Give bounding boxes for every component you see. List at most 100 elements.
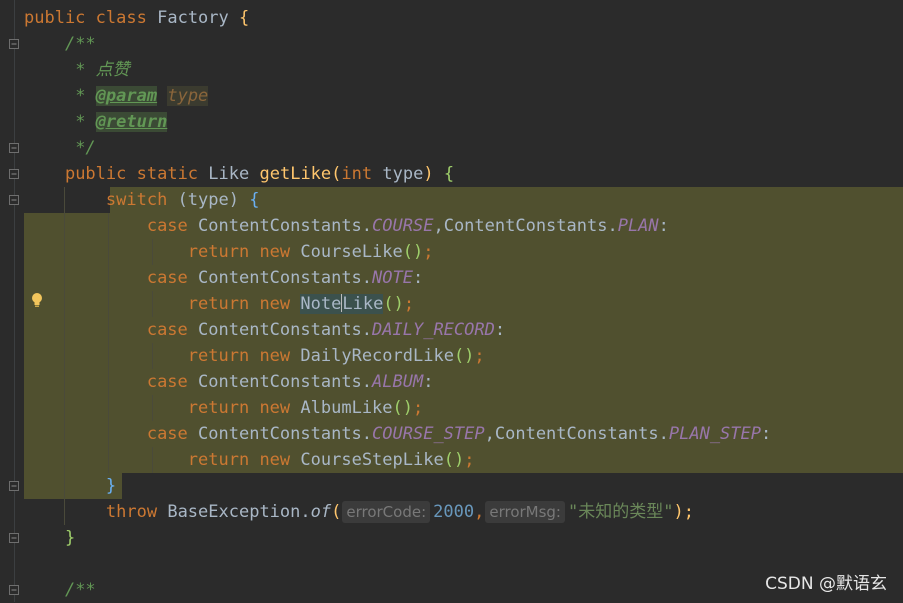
semicolon: ; (423, 242, 434, 262)
paren: ); (673, 502, 694, 522)
keyword: static (136, 164, 199, 184)
colon: : (423, 372, 434, 392)
fold-marker-icon[interactable] (8, 194, 20, 206)
fold-marker-icon[interactable] (8, 168, 20, 180)
watermark: CSDN @默语玄 (765, 574, 887, 594)
string: "未知的类型" (568, 502, 674, 522)
keyword: case (146, 372, 188, 392)
keyword: new (259, 346, 291, 366)
gutter-separator (14, 0, 15, 602)
class-ref: ContentConstants. (198, 268, 373, 288)
class-name: Factory (157, 8, 229, 28)
class-ref: ContentConstants. (198, 216, 373, 236)
fold-marker-icon[interactable] (8, 38, 20, 50)
doc-comment: /** (64, 580, 96, 600)
semicolon: ; (464, 450, 475, 470)
keyword: case (146, 320, 188, 340)
doc-comment: /** (64, 34, 96, 54)
class-name: AlbumLike (300, 398, 393, 418)
class-name: CourseStepLike (300, 450, 444, 470)
brace: { (443, 164, 455, 184)
code-line-doc-desc[interactable]: * 点赞 (24, 57, 129, 83)
class-ref: ContentConstants. (198, 424, 373, 444)
fold-marker-icon[interactable] (8, 142, 20, 154)
parens: () (383, 294, 404, 314)
constant: DAILY_RECORD (372, 320, 495, 340)
class-ref: ContentConstants. (443, 216, 618, 236)
code-line-return[interactable]: return new DailyRecordLike(); (24, 343, 485, 369)
keyword: return (187, 398, 250, 418)
code-line-case[interactable]: case ContentConstants.NOTE: (24, 265, 423, 291)
code-line-switch-close[interactable]: } (24, 473, 116, 499)
semicolon: ; (403, 294, 415, 314)
fold-marker-icon[interactable] (8, 532, 20, 544)
class-ref: ContentConstants. (198, 320, 373, 340)
code-line-doc-end[interactable]: */ (24, 135, 96, 161)
switch-expr: (type) (177, 190, 239, 210)
fold-marker-icon[interactable] (8, 480, 20, 492)
constant: COURSE (372, 216, 434, 236)
code-line-return[interactable]: return new CourseStepLike(); (24, 447, 475, 473)
semicolon: ; (413, 398, 424, 418)
paren: ) (423, 164, 434, 184)
code-line-throw[interactable]: throw BaseException.of(errorCode: 2000, er… (24, 499, 694, 525)
keyword: return (187, 294, 250, 314)
code-line-doc-start[interactable]: /** (24, 31, 96, 57)
param-name: type (382, 164, 424, 184)
brace: { (249, 190, 260, 210)
code-line-doc-start[interactable]: /** (24, 577, 96, 603)
separator: , (433, 216, 444, 236)
colon: : (494, 320, 506, 340)
keyword: return (187, 242, 250, 262)
separator: , (484, 424, 495, 444)
class-ref: ContentConstants. (198, 372, 373, 392)
keyword: class (95, 8, 147, 28)
code-line-case[interactable]: case ContentConstants.COURSE,ContentCons… (24, 213, 669, 239)
code-line-case[interactable]: case ContentConstants.ALBUM: (24, 369, 434, 395)
method-name: getLike (259, 164, 332, 184)
doc-tag-param: @param (95, 86, 158, 106)
parens: () (392, 398, 414, 418)
brace: } (64, 528, 76, 548)
paren: ( (331, 502, 342, 522)
keyword: int (341, 164, 373, 184)
class-name-highlighted: NoteLike (300, 294, 384, 314)
constant: ALBUM (372, 372, 424, 392)
constant: COURSE_STEP (372, 424, 485, 444)
keyword: case (146, 268, 188, 288)
paren: ( (331, 164, 342, 184)
keyword: case (146, 424, 188, 444)
doc-tag-return: @return (95, 112, 168, 132)
code-line-case[interactable]: case ContentConstants.COURSE_STEP,Conten… (24, 421, 771, 447)
class-name: DailyRecordLike (300, 346, 454, 366)
keyword: new (259, 242, 291, 262)
param-hint: errorCode: (342, 501, 431, 523)
colon: : (412, 268, 424, 288)
method-call: of (310, 502, 332, 522)
code-line-class-decl[interactable]: public class Factory { (24, 5, 249, 31)
code-line-doc-param[interactable]: * @param type (24, 83, 209, 109)
parens: () (443, 450, 465, 470)
constant: NOTE (372, 268, 413, 288)
code-line-case[interactable]: case ContentConstants.DAILY_RECORD: (24, 317, 505, 343)
code-line-method-close[interactable]: } (24, 525, 75, 551)
class-ref: ContentConstants. (494, 424, 669, 444)
keyword: public (24, 8, 86, 28)
fold-marker-icon[interactable] (8, 584, 20, 596)
param-hint: errorMsg: (485, 501, 565, 523)
code-line-method-decl[interactable]: public static Like getLike(int type) { (24, 161, 454, 187)
code-line-return[interactable]: return new CourseLike(); (24, 239, 434, 265)
brace: { (239, 8, 250, 28)
code-line-switch[interactable]: switch (type) { (24, 187, 260, 213)
doc-comment: */ (75, 138, 96, 158)
doc-comment-star: * (75, 60, 96, 80)
comma: , (474, 502, 485, 522)
keyword: return (187, 450, 250, 470)
code-line-doc-return[interactable]: * @return (24, 109, 168, 135)
brace: } (105, 476, 117, 496)
class-ref: BaseException. (167, 502, 311, 522)
code-line-return-current[interactable]: return new NoteLike(); (24, 291, 414, 317)
code-line-return[interactable]: return new AlbumLike(); (24, 395, 424, 421)
semicolon: ; (474, 346, 485, 366)
return-type: Like (208, 164, 250, 184)
